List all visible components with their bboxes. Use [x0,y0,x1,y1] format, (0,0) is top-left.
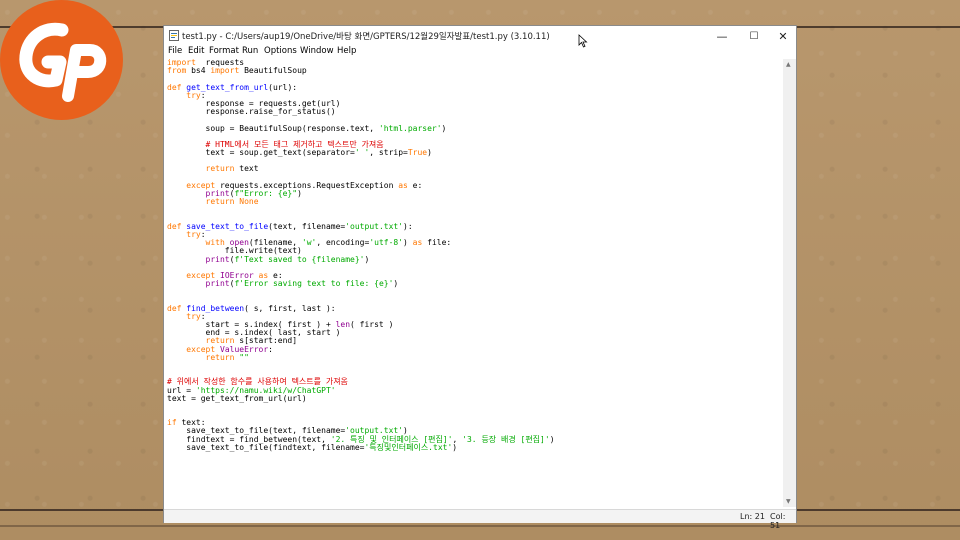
code-token: return [205,197,235,207]
code-token: from [167,66,187,76]
code-line: return text [167,165,779,173]
code-token: text = soup.get_text(separator= [167,148,355,158]
code-token: ) [364,254,370,264]
code-line: text = get_text_from_url(url) [167,393,779,403]
window-title: test1.py - C:/Users/aup19/OneDrive/바탕 화면… [182,32,550,42]
code-token: soup = BeautifulSoup(response.text, [167,123,379,133]
code-token: save_text_to_file(findtext, filename= [167,442,365,452]
code-token: e: [407,180,423,190]
maximize-button[interactable]: ☐ [739,26,769,46]
code-token: ): [403,221,413,231]
menu-options[interactable]: Options [264,46,297,56]
code-line: def save_text_to_file(text, filename='ou… [167,221,779,231]
code-token: as [412,238,423,248]
code-token: ( first ) [350,320,394,329]
menu-file[interactable]: File [168,46,182,56]
scroll-up-icon[interactable]: ▲ [786,61,791,68]
code-line: print(f'Text saved to {filename}') [167,254,779,264]
code-token: ) [393,279,399,289]
code-line: text = soup.get_text(separator=' ', stri… [167,148,779,158]
code-token: ) [549,434,555,444]
code-token: None [239,197,259,207]
code-line: save_text_to_file(findtext, filename='특징… [167,442,779,452]
code-token: bs4 [186,66,211,76]
code-token: return [205,164,235,174]
vertical-scrollbar[interactable]: ▲ ▼ [783,59,796,507]
code-token: BeautifulSoup [239,66,307,76]
code-line: except ValueError: [167,344,779,354]
code-token: ( s, first, last ): [244,303,336,313]
code-token: 'output.txt' [345,221,404,231]
code-line: from bs4 import BeautifulSoup [167,67,779,75]
title-bar[interactable]: test1.py - C:/Users/aup19/OneDrive/바탕 화면… [164,26,798,48]
code-token: ) [427,148,432,158]
code-token: print [205,279,230,289]
code-token: (url): [268,82,298,92]
code-token: : [268,344,273,354]
code-token: return [205,352,235,362]
code-token: text [234,164,259,174]
menu-run[interactable]: Run [242,46,258,56]
code-token: import [210,66,240,76]
line-indicator: Ln: 21 [740,512,765,521]
background-stripe-bottom-2 [0,525,960,527]
code-token: True [407,148,428,158]
code-token: '3. 등장 배경 [편집]' [462,434,550,444]
code-line: def find_between( s, first, last ): [167,303,779,313]
code-token: 'w' [301,238,317,248]
code-token: ) [441,123,447,133]
idle-editor-window: test1.py - C:/Users/aup19/OneDrive/바탕 화면… [163,25,798,530]
scroll-down-icon[interactable]: ▼ [786,498,791,505]
code-token: 'html.parser' [378,123,442,133]
code-token: 'utf-8' [369,238,404,248]
code-token: response.raise_for_status() [167,107,336,117]
menu-bar: File Edit Format Run Options Window Help [164,46,796,59]
code-token: ' ' [354,148,370,158]
menu-window[interactable]: Window [300,46,334,56]
column-indicator: Col: 51 [770,512,786,530]
code-token: file: [422,238,452,248]
code-token: (text, filename= [268,221,346,231]
code-token: ) [452,442,458,452]
code-editor[interactable]: import requests from bs4 import Beautiful… [167,59,779,507]
menu-help[interactable]: Help [337,46,356,56]
code-token: f'Text saved to {filename}' [234,254,365,264]
code-token: "" [239,352,249,362]
code-token: ) [403,238,413,248]
code-token: f'Error saving text to file: {e}' [234,279,394,289]
code-line: response.raise_for_status() [167,108,779,116]
code-token: , strip= [369,148,408,158]
code-token: ) [297,189,302,198]
code-token: text = get_text_from_url(url) [167,393,307,403]
code-token: print [205,254,230,264]
status-bar: Ln: 21 Col: 51 [164,509,796,530]
python-file-icon [169,30,179,41]
code-token: as [398,180,408,190]
menu-edit[interactable]: Edit [188,46,204,56]
code-token: '특징및인터페이스.txt' [364,442,453,452]
close-button[interactable]: ✕ [768,26,798,46]
code-token: , encoding= [316,238,370,248]
code-line: def get_text_from_url(url): [167,82,779,92]
menu-format[interactable]: Format [209,46,239,56]
code-line: return "" [167,352,779,362]
code-line: print(f'Error saving text to file: {e}') [167,279,779,289]
gp-logo [0,0,123,120]
code-line: soup = BeautifulSoup(response.text, 'htm… [167,123,779,133]
minimize-button[interactable]: — [707,26,737,46]
code-line: return None [167,198,779,206]
